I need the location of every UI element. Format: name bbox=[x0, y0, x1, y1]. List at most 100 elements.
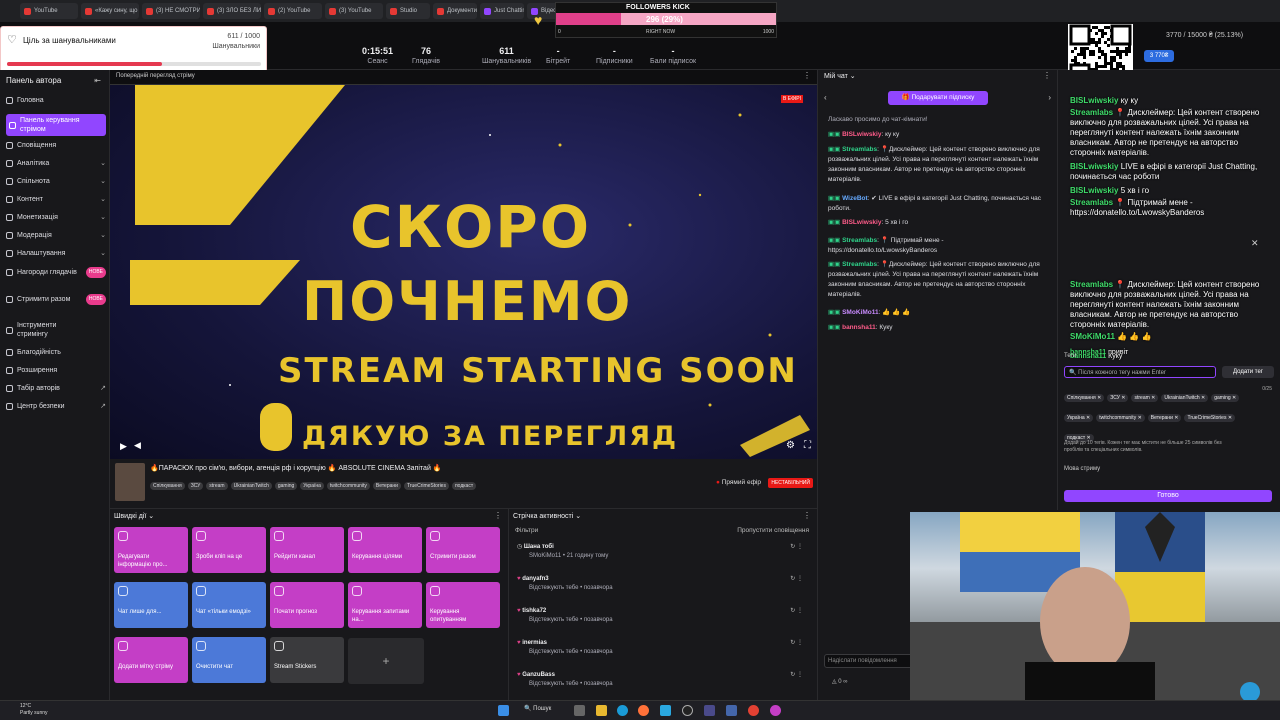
replay-icon[interactable]: ↻ ⋮ bbox=[790, 607, 803, 616]
sidebar-item[interactable]: Сповіщення bbox=[6, 141, 106, 150]
chrome-icon[interactable] bbox=[748, 705, 759, 716]
quick-action-button[interactable]: Почати прогноз bbox=[270, 582, 344, 628]
quick-action-button[interactable]: Чат «тільки емодзі» bbox=[192, 582, 266, 628]
stream-tag[interactable]: ЗСУ bbox=[187, 482, 204, 490]
selected-tag[interactable]: twitchcommunity ✕ bbox=[1096, 414, 1145, 422]
sidebar-item[interactable]: Розширення bbox=[6, 366, 106, 375]
sidebar-item[interactable]: Головна bbox=[6, 96, 106, 105]
start-icon[interactable] bbox=[498, 705, 509, 716]
quick-action-button[interactable]: Додати мітку стріму bbox=[114, 637, 188, 683]
collapse-icon[interactable]: ⇤ bbox=[94, 76, 101, 85]
quick-action-button[interactable]: Керування опитуванням bbox=[426, 582, 500, 628]
app-icon[interactable] bbox=[770, 705, 781, 716]
selected-tag[interactable]: stream ✕ bbox=[1131, 394, 1159, 402]
sidebar-item[interactable]: Табір авторів ↗ bbox=[6, 384, 106, 393]
stream-tag[interactable]: UkrainianTwitch bbox=[230, 482, 272, 490]
chat-title[interactable]: Мій чат ⌄ bbox=[824, 72, 856, 80]
replay-icon[interactable]: ↻ ⋮ bbox=[790, 543, 803, 552]
quick-action-button[interactable]: Очистити чат bbox=[192, 637, 266, 683]
sidebar-item[interactable]: Нагороди глядачів НОВЕ bbox=[6, 267, 106, 278]
sidebar-item[interactable]: Аналітика ⌄ bbox=[6, 159, 106, 168]
stream-tag[interactable]: Спілкування bbox=[150, 482, 185, 490]
selected-tag[interactable]: Спілкування ✕ bbox=[1064, 394, 1105, 402]
browser-tab[interactable]: (3) ЗЛО БЕЗ ЛИ... bbox=[203, 3, 261, 19]
chevron-left-icon[interactable]: ‹ bbox=[824, 93, 827, 102]
chat-username[interactable]: WizeBot bbox=[842, 195, 868, 202]
sidebar-item[interactable]: Інструменти стримінгу bbox=[6, 321, 106, 339]
donation-button[interactable]: 3 770₴ bbox=[1144, 50, 1174, 62]
sidebar-item[interactable]: Стримити разом НОВЕ bbox=[6, 294, 106, 305]
quick-action-button[interactable]: Редагувати інформацію про... bbox=[114, 527, 188, 573]
remove-tag-icon[interactable]: ✕ bbox=[1120, 395, 1125, 401]
quick-action-button[interactable]: Рейдити канал bbox=[270, 527, 344, 573]
tag-input[interactable]: 🔍 Після кожного тегу нажми Enter bbox=[1064, 366, 1216, 378]
remove-tag-icon[interactable]: ✕ bbox=[1096, 395, 1101, 401]
stream-tag[interactable]: twitchcommunity bbox=[326, 482, 370, 490]
chat-bits[interactable]: ◬ 0 ∞ bbox=[832, 678, 848, 685]
remove-tag-icon[interactable]: ✕ bbox=[1226, 415, 1232, 421]
sidebar-item[interactable]: Монетизація ⌄ bbox=[6, 213, 106, 222]
replay-icon[interactable]: ↻ ⋮ bbox=[790, 671, 803, 680]
add-quick-action-button[interactable]: + bbox=[348, 638, 424, 684]
remove-tag-icon[interactable]: ✕ bbox=[1231, 395, 1236, 401]
more-icon[interactable]: ⋮ bbox=[803, 71, 811, 80]
browser-tab[interactable]: Studio bbox=[386, 3, 430, 19]
sidebar-item[interactable]: Спільнота ⌄ bbox=[6, 177, 106, 186]
weather-widget[interactable]: 12°C Partly sunny bbox=[20, 703, 48, 717]
task-view-icon[interactable] bbox=[574, 705, 585, 716]
stream-tag[interactable]: stream bbox=[206, 482, 228, 490]
replay-icon[interactable]: ↻ ⋮ bbox=[790, 639, 803, 648]
activity-filters-button[interactable]: Фільтри bbox=[515, 527, 538, 534]
remove-tag-icon[interactable]: ✕ bbox=[1150, 395, 1155, 401]
volume-icon[interactable]: ◀ bbox=[134, 440, 141, 451]
selected-tag[interactable]: UkrainianTwitch ✕ bbox=[1161, 394, 1209, 402]
sidebar-item[interactable]: Благодійність bbox=[6, 348, 106, 357]
chat-username[interactable]: Streamlabs bbox=[842, 261, 877, 268]
activity-title[interactable]: Стрічка активності ⌄ bbox=[513, 512, 581, 520]
quick-actions-title[interactable]: Швидкі дії ⌄ bbox=[114, 512, 154, 520]
quick-action-button[interactable]: Чат лише для... bbox=[114, 582, 188, 628]
chat-username[interactable]: BISLwiwskiy bbox=[842, 131, 881, 138]
remove-tag-icon[interactable]: ✕ bbox=[1173, 415, 1178, 421]
close-icon[interactable]: ✕ bbox=[1251, 238, 1259, 249]
settings-icon[interactable]: ⚙ bbox=[786, 440, 795, 451]
stream-tag[interactable]: gaming bbox=[274, 482, 298, 490]
browser-tab[interactable]: «Кажу сину, що в... bbox=[81, 3, 139, 19]
stream-tag[interactable]: TrueCrimeStories bbox=[403, 482, 449, 490]
add-tag-button[interactable]: Додати тег bbox=[1222, 366, 1274, 378]
quick-action-button[interactable]: Stream Stickers bbox=[270, 637, 344, 683]
chat-username[interactable]: BISLwiwskiy bbox=[842, 219, 881, 226]
remove-tag-icon[interactable]: ✕ bbox=[1085, 415, 1090, 421]
browser-tab[interactable]: (2) YouTube bbox=[264, 3, 322, 19]
chevron-right-icon[interactable]: › bbox=[1048, 93, 1051, 102]
remove-tag-icon[interactable]: ✕ bbox=[1200, 395, 1205, 401]
selected-tag[interactable]: Україна ✕ bbox=[1064, 414, 1094, 422]
edge-icon[interactable] bbox=[617, 705, 628, 716]
gift-sub-button[interactable]: 🎁 Подарувати підписку bbox=[888, 91, 988, 105]
chat-username[interactable]: Streamlabs bbox=[842, 146, 877, 153]
sidebar-item[interactable]: Панель керування стрімом bbox=[6, 114, 106, 136]
quick-action-button[interactable]: Стримити разом bbox=[426, 527, 500, 573]
quick-action-button[interactable]: Зроби кліп на це bbox=[192, 527, 266, 573]
quick-action-button[interactable]: Керування цілями bbox=[348, 527, 422, 573]
skip-alerts-button[interactable]: Пропустити сповіщення bbox=[737, 527, 809, 534]
browser-tab[interactable]: (3) НЕ СМОТРИ! bbox=[142, 3, 200, 19]
selected-tag[interactable]: TrueCrimeStories ✕ bbox=[1184, 414, 1236, 422]
stream-title[interactable]: 🔥ПАРАСЮК про сім'ю, вибори, агенція рф і… bbox=[150, 464, 442, 472]
more-icon[interactable]: ⋮ bbox=[803, 511, 811, 520]
more-icon[interactable]: ⋮ bbox=[1043, 71, 1051, 80]
file-explorer-icon[interactable] bbox=[596, 705, 607, 716]
replay-icon[interactable]: ↻ ⋮ bbox=[790, 575, 803, 584]
search-box[interactable]: 🔍 Пошук bbox=[524, 705, 566, 716]
app-icon[interactable] bbox=[704, 705, 715, 716]
browser-tab[interactable]: YouTube bbox=[20, 3, 78, 19]
selected-tag[interactable]: Ветерани ✕ bbox=[1147, 414, 1182, 422]
browser-tab[interactable]: (3) YouTube bbox=[325, 3, 383, 19]
fullscreen-icon[interactable]: ⛶ bbox=[804, 440, 811, 451]
browser-tab[interactable]: Документи і посиланн bbox=[433, 3, 477, 19]
stream-tag[interactable]: Україна bbox=[300, 482, 324, 490]
chat-username[interactable]: bannsha11 bbox=[842, 324, 876, 331]
stream-tag[interactable]: Ветерани bbox=[372, 482, 401, 490]
app-icon[interactable] bbox=[726, 705, 737, 716]
chat-username[interactable]: Streamlabs bbox=[842, 237, 877, 244]
